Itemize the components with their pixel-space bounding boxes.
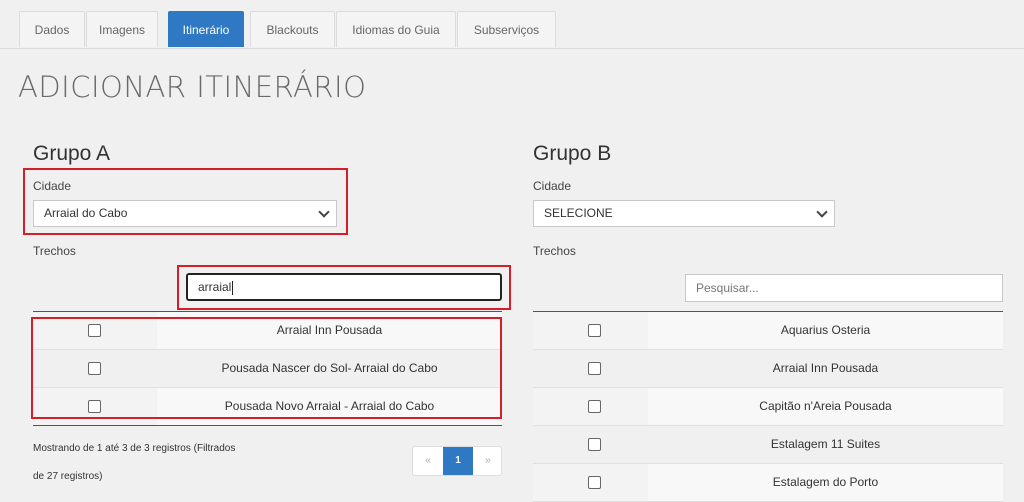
group-b-title: Grupo B [533, 142, 612, 165]
group-a-info-line1: Mostrando de 1 até 3 de 3 registros (Fil… [33, 443, 236, 454]
group-b-search-placeholder: Pesquisar... [696, 281, 759, 295]
group-a-search-value: arraial [198, 280, 232, 294]
row-name: Estalagem do Porto [648, 464, 1003, 501]
group-a-search-input[interactable]: arraial [186, 273, 502, 301]
page-title: ADICIONAR ITINERÁRIO [18, 70, 367, 104]
group-a-city-label: Cidade [33, 179, 72, 193]
group-a-title: Grupo A [33, 142, 111, 165]
row-name: Arraial Inn Pousada [772, 361, 879, 375]
row-checkbox[interactable] [588, 362, 601, 375]
group-a-pagination: « 1 » [412, 446, 502, 476]
tab-subservicos[interactable]: Subserviços [457, 11, 556, 47]
row-checkbox[interactable] [588, 438, 601, 451]
group-b-table-row[interactable]: Capitão n'Areia Pousada [533, 388, 1003, 426]
row-checkbox-cell [533, 312, 648, 349]
row-checkbox-cell [533, 464, 648, 501]
row-checkbox[interactable] [588, 324, 601, 337]
tab-bar: Dados Imagens Itinerário Blackouts Idiom… [0, 0, 1024, 49]
row-checkbox[interactable] [588, 400, 601, 413]
row-checkbox[interactable] [588, 476, 601, 489]
row-checkbox-cell [533, 350, 648, 387]
row-checkbox-cell [533, 388, 648, 425]
group-b-table-row[interactable]: Arraial Inn Pousada [533, 350, 1003, 388]
group-b-city-value: SELECIONE [544, 206, 613, 220]
group-a-info-line2: de 27 registros) [33, 471, 103, 482]
chevron-down-icon [318, 206, 330, 218]
group-b-city-select[interactable]: SELECIONE [533, 200, 835, 227]
group-a-city-select[interactable]: Arraial do Cabo [33, 200, 337, 227]
tab-itinerario[interactable]: Itinerário [168, 11, 244, 47]
row-checkbox-cell [533, 426, 648, 463]
tab-imagens[interactable]: Imagens [86, 11, 158, 47]
group-a-table-footer-rule [33, 425, 502, 426]
tab-blackouts[interactable]: Blackouts [250, 11, 335, 47]
row-name: Capitão n'Areia Pousada [648, 388, 1003, 425]
group-a-trechos-label: Trechos [33, 244, 76, 258]
highlight-results-a [31, 317, 502, 419]
row-name: Aquarius Osteria [648, 312, 1003, 349]
group-b-city-label: Cidade [533, 179, 572, 193]
group-b-table-row[interactable]: Estalagem do Porto [533, 464, 1003, 502]
group-b-trechos-label: Trechos [533, 244, 576, 258]
group-b-table-row[interactable]: Estalagem 11 Suites [533, 426, 1003, 464]
tab-dados[interactable]: Dados [19, 11, 85, 47]
pagination-next-button[interactable]: » [473, 447, 503, 475]
chevron-down-icon [816, 206, 828, 218]
pagination-page-1[interactable]: 1 [443, 447, 473, 475]
pagination-prev-button[interactable]: « [413, 447, 443, 475]
tab-idiomas-do-guia[interactable]: Idiomas do Guia [336, 11, 456, 47]
text-caret [232, 280, 234, 295]
row-name: Estalagem 11 Suites [770, 437, 881, 451]
group-b-search-input[interactable]: Pesquisar... [685, 274, 1003, 302]
group-a-city-value: Arraial do Cabo [44, 206, 128, 220]
group-b-table-row[interactable]: Aquarius Osteria [533, 312, 1003, 350]
